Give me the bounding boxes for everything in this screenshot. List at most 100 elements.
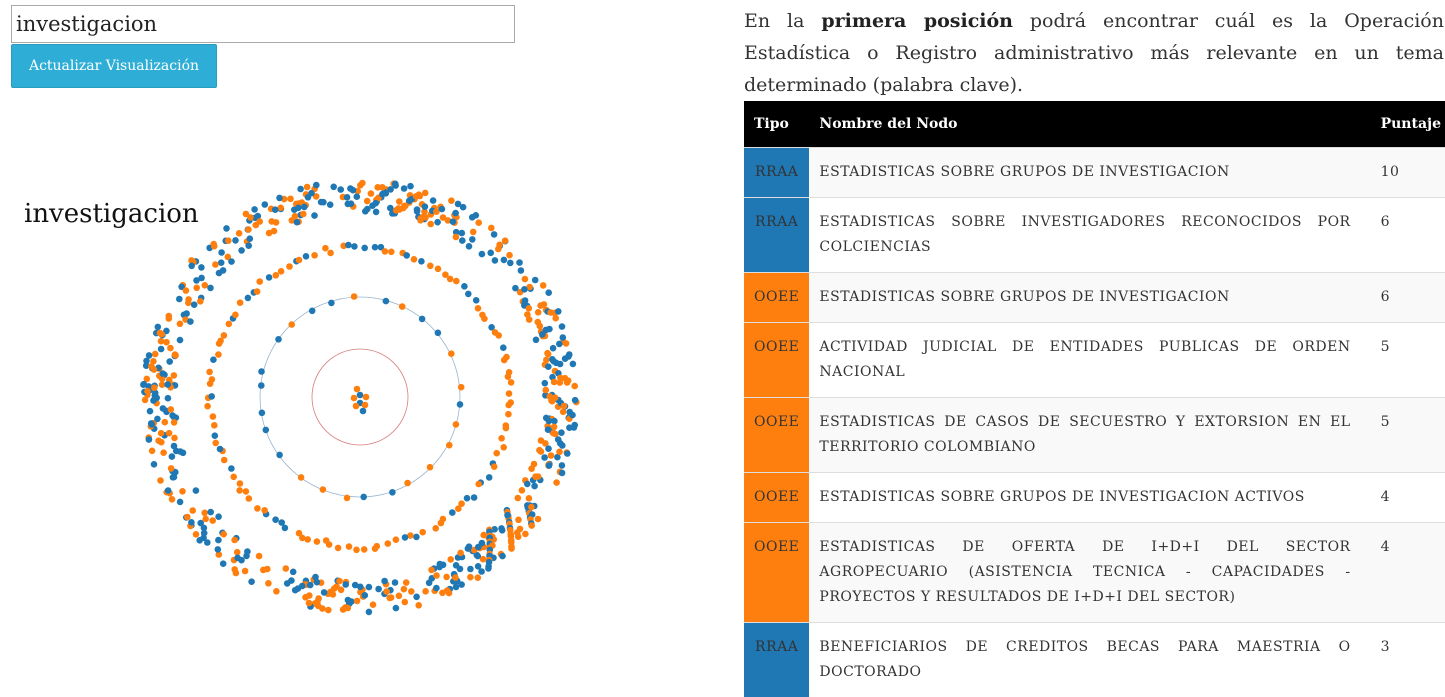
node-dot[interactable] bbox=[155, 324, 162, 331]
node-dot[interactable] bbox=[148, 363, 155, 370]
node-dot[interactable] bbox=[149, 448, 156, 455]
node-dot[interactable] bbox=[545, 445, 552, 452]
node-dot[interactable] bbox=[142, 397, 149, 404]
node-dot[interactable] bbox=[387, 205, 394, 212]
node-dot[interactable] bbox=[163, 339, 170, 346]
node-dot[interactable] bbox=[515, 495, 522, 502]
node-dot[interactable] bbox=[479, 251, 486, 258]
node-dot[interactable] bbox=[158, 338, 165, 345]
node-dot[interactable] bbox=[491, 463, 498, 470]
node-dot[interactable] bbox=[308, 190, 315, 197]
node-dot[interactable] bbox=[521, 286, 528, 293]
node-dot[interactable] bbox=[296, 257, 303, 264]
node-dot[interactable] bbox=[288, 321, 295, 328]
node-dot[interactable] bbox=[427, 464, 434, 471]
header-node-name[interactable]: Nombre del Nodo bbox=[809, 101, 1360, 148]
node-dot[interactable] bbox=[234, 549, 241, 556]
node-dot[interactable] bbox=[440, 214, 447, 221]
node-dot[interactable] bbox=[457, 401, 464, 408]
node-dot[interactable] bbox=[531, 483, 538, 490]
node-dot[interactable] bbox=[546, 393, 553, 400]
node-dot[interactable] bbox=[232, 312, 239, 319]
node-dot[interactable] bbox=[508, 379, 515, 386]
node-dot[interactable] bbox=[531, 461, 538, 468]
node-dot[interactable] bbox=[228, 465, 235, 472]
node-dot[interactable] bbox=[189, 507, 196, 514]
node-dot[interactable] bbox=[220, 531, 227, 538]
node-dot[interactable] bbox=[427, 221, 434, 228]
node-dot[interactable] bbox=[177, 499, 184, 506]
node-dot[interactable] bbox=[351, 243, 358, 250]
node-dot[interactable] bbox=[448, 197, 455, 204]
node-dot[interactable] bbox=[254, 505, 261, 512]
node-dot[interactable] bbox=[143, 358, 150, 365]
node-dot[interactable] bbox=[457, 566, 464, 573]
node-dot[interactable] bbox=[266, 274, 273, 281]
node-dot[interactable] bbox=[237, 299, 244, 306]
node-dot[interactable] bbox=[338, 587, 345, 594]
node-dot[interactable] bbox=[467, 566, 474, 573]
node-dot[interactable] bbox=[541, 454, 548, 461]
node-dot[interactable] bbox=[382, 248, 389, 255]
node-dot[interactable] bbox=[351, 395, 358, 402]
node-dot[interactable] bbox=[272, 516, 279, 523]
node-dot[interactable] bbox=[551, 379, 558, 386]
node-dot[interactable] bbox=[297, 186, 304, 193]
node-dot[interactable] bbox=[450, 218, 457, 225]
node-dot[interactable] bbox=[533, 337, 540, 344]
node-dot[interactable] bbox=[218, 249, 225, 256]
node-dot[interactable] bbox=[221, 332, 228, 339]
node-dot[interactable] bbox=[172, 351, 179, 358]
node-dot[interactable] bbox=[537, 323, 544, 330]
node-dot[interactable] bbox=[401, 185, 408, 192]
node-dot[interactable] bbox=[388, 249, 395, 256]
node-dot[interactable] bbox=[245, 242, 252, 249]
node-dot[interactable] bbox=[438, 520, 445, 527]
node-dot[interactable] bbox=[169, 496, 176, 503]
node-dot[interactable] bbox=[311, 252, 318, 259]
node-dot[interactable] bbox=[475, 481, 482, 488]
node-dot[interactable] bbox=[236, 487, 243, 494]
header-score[interactable]: Puntaje bbox=[1361, 101, 1445, 148]
node-dot[interactable] bbox=[301, 204, 308, 211]
node-dot[interactable] bbox=[155, 437, 162, 444]
node-dot[interactable] bbox=[411, 256, 418, 263]
node-dot[interactable] bbox=[388, 594, 395, 601]
node-dot[interactable] bbox=[437, 561, 444, 568]
node-dot[interactable] bbox=[372, 545, 379, 552]
node-dot[interactable] bbox=[381, 578, 388, 585]
node-dot[interactable] bbox=[383, 588, 390, 595]
node-dot[interactable] bbox=[209, 376, 216, 383]
node-dot[interactable] bbox=[151, 461, 158, 468]
node-dot[interactable] bbox=[435, 266, 442, 273]
node-dot[interactable] bbox=[187, 318, 194, 325]
node-dot[interactable] bbox=[215, 351, 222, 358]
node-dot[interactable] bbox=[323, 537, 330, 544]
node-dot[interactable] bbox=[516, 259, 523, 266]
node-dot[interactable] bbox=[393, 605, 400, 612]
node-dot[interactable] bbox=[273, 588, 280, 595]
node-dot[interactable] bbox=[465, 291, 472, 298]
node-dot[interactable] bbox=[345, 597, 352, 604]
node-dot[interactable] bbox=[211, 422, 218, 429]
node-dot[interactable] bbox=[522, 531, 529, 538]
node-dot[interactable] bbox=[201, 510, 208, 517]
node-dot[interactable] bbox=[256, 553, 263, 560]
node-dot[interactable] bbox=[459, 230, 466, 237]
node-dot[interactable] bbox=[439, 206, 446, 213]
node-dot[interactable] bbox=[169, 412, 176, 419]
node-dot[interactable] bbox=[304, 184, 311, 191]
node-dot[interactable] bbox=[221, 457, 228, 464]
node-dot[interactable] bbox=[211, 243, 218, 250]
node-dot[interactable] bbox=[184, 514, 191, 521]
node-dot[interactable] bbox=[432, 525, 439, 532]
node-dot[interactable] bbox=[171, 372, 178, 379]
node-dot[interactable] bbox=[519, 487, 526, 494]
node-dot[interactable] bbox=[294, 219, 301, 226]
node-dot[interactable] bbox=[164, 381, 171, 388]
node-dot[interactable] bbox=[330, 591, 337, 598]
node-dot[interactable] bbox=[309, 308, 316, 315]
node-dot[interactable] bbox=[402, 599, 409, 606]
node-dot[interactable] bbox=[535, 473, 542, 480]
node-dot[interactable] bbox=[315, 603, 322, 610]
